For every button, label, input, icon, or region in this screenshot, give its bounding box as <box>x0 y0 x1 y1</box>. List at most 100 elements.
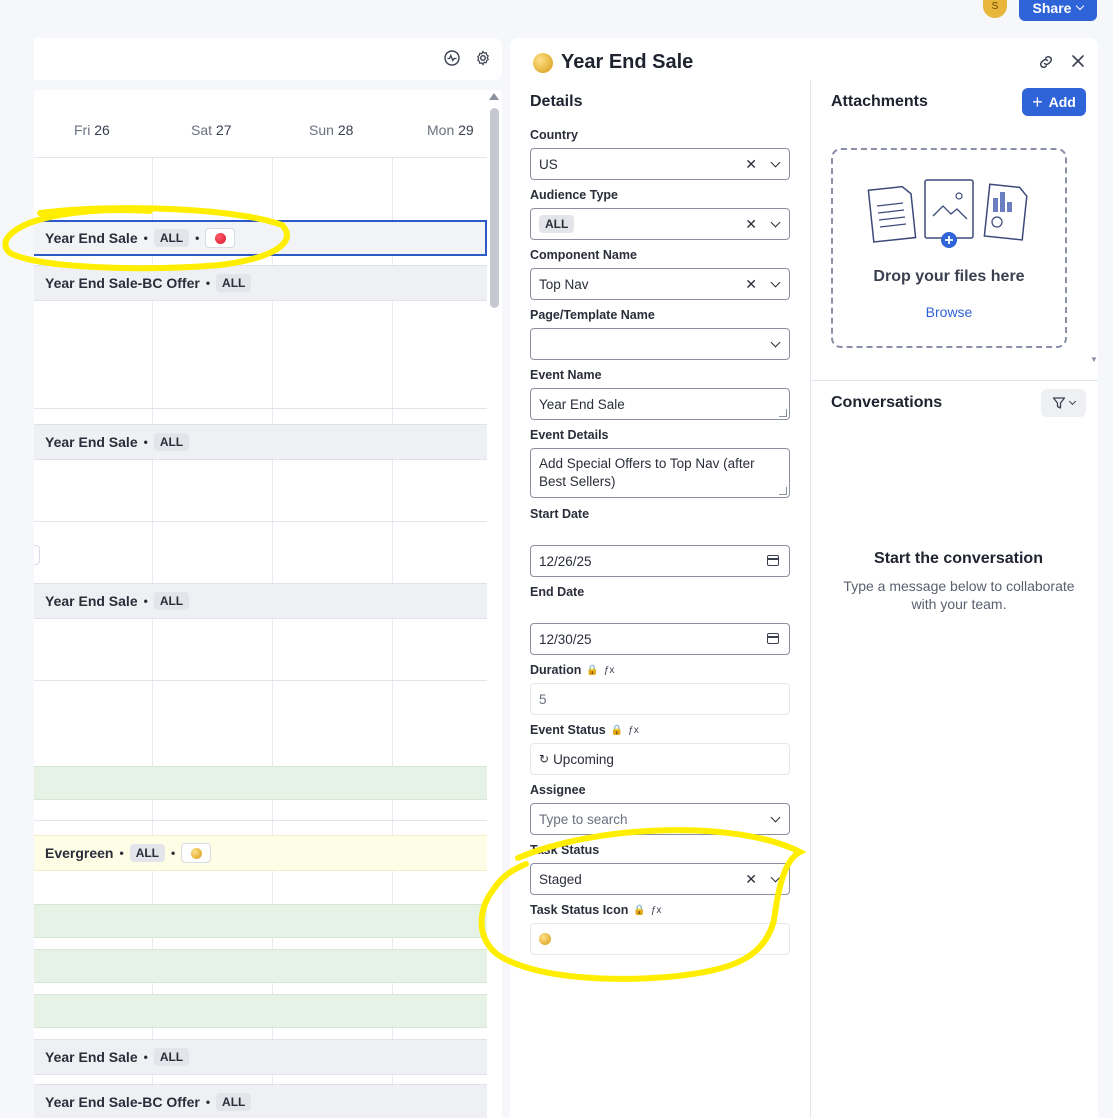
share-button[interactable]: Share <box>1019 0 1097 21</box>
resize-handle-icon[interactable] <box>779 487 787 495</box>
drop-files-text: Drop your files here <box>873 268 1025 285</box>
audience-pill: ALL <box>153 592 190 610</box>
details-heading: Details <box>530 93 583 110</box>
activity-icon[interactable] <box>443 50 461 68</box>
assignee-search-select[interactable]: Type to search <box>530 803 790 835</box>
event-name-input[interactable]: Year End Sale <box>530 388 790 420</box>
calendar-scroll-thumb[interactable] <box>490 108 499 308</box>
audience-pill: ALL <box>129 844 166 862</box>
calendar-event[interactable]: Year End Sale-BC Offer • ALL <box>34 265 487 301</box>
formula-icon: ƒx <box>650 904 662 916</box>
calendar-icon[interactable] <box>767 633 779 644</box>
start-date-label: Start Date <box>530 507 590 521</box>
conversation-filter-button[interactable] <box>1041 389 1086 417</box>
link-icon[interactable] <box>1038 54 1054 74</box>
browse-link[interactable]: Browse <box>831 304 1067 320</box>
event-status-label: Event Status 🔒 ƒx <box>530 723 639 737</box>
chevron-down-icon[interactable] <box>770 157 781 168</box>
resize-handle-icon[interactable] <box>779 409 787 417</box>
day-header-fri: Fri 26 <box>74 122 110 138</box>
scroll-up-arrow-icon[interactable] <box>489 93 499 100</box>
lock-icon: 🔒 <box>633 904 646 916</box>
row-divider <box>34 680 487 681</box>
country-select[interactable]: US ✕ <box>530 148 790 180</box>
panel-column-divider <box>810 80 811 1118</box>
page-template-select[interactable] <box>530 328 790 360</box>
clear-icon[interactable]: ✕ <box>745 216 757 233</box>
event-title: Year End Sale-BC Offer <box>45 1094 200 1110</box>
user-avatar[interactable]: S <box>983 0 1007 18</box>
duration-value: 5 <box>539 691 547 707</box>
chevron-down-icon[interactable] <box>770 872 781 883</box>
formula-icon: ƒx <box>603 664 615 676</box>
row-divider <box>34 408 487 409</box>
country-value: US <box>539 156 558 172</box>
conversations-heading: Conversations <box>831 394 943 411</box>
audience-type-select[interactable]: ALL ✕ <box>530 208 790 240</box>
calendar-event[interactable]: Year End Sale-BC Offer • ALL <box>34 1084 487 1118</box>
chevron-down-icon[interactable] <box>770 812 781 823</box>
red-dot-icon <box>214 232 226 244</box>
add-attachment-button[interactable]: + Add <box>1022 88 1086 116</box>
event-details-textarea[interactable]: Add Special Offers to Top Nav (after Bes… <box>530 448 790 498</box>
clear-icon[interactable]: ✕ <box>745 156 757 173</box>
component-name-select[interactable]: Top Nav ✕ <box>530 268 790 300</box>
clear-icon[interactable]: ✕ <box>745 871 757 888</box>
calendar-event[interactable]: Evergreen • ALL • <box>34 835 487 871</box>
separator: • <box>171 846 176 860</box>
start-date-value: 12/26/25 <box>539 553 592 569</box>
event-title: Year End Sale <box>45 1049 138 1065</box>
chevron-down-icon[interactable] <box>770 277 781 288</box>
chevron-down-icon[interactable] <box>770 337 781 348</box>
duration-field: 5 <box>530 683 790 715</box>
green-event-bar[interactable] <box>34 949 487 983</box>
assignee-placeholder: Type to search <box>539 811 628 827</box>
empty-conversation-subtitle: Type a message below to collaborate with… <box>843 578 1075 612</box>
separator: • <box>205 1095 211 1109</box>
separator: • <box>143 231 148 245</box>
event-title: Year End Sale-BC Offer <box>45 275 200 291</box>
green-event-bar[interactable] <box>34 766 487 800</box>
task-status-value: Staged <box>539 871 582 887</box>
calendar-icon[interactable] <box>767 555 779 566</box>
attachments-heading: Attachments <box>831 93 928 110</box>
end-date-input[interactable]: 12/30/25 <box>530 623 790 655</box>
task-status-badge <box>205 228 236 248</box>
event-title: Evergreen <box>45 845 114 861</box>
lock-icon: 🔒 <box>586 664 599 676</box>
empty-conversation-title: Start the conversation <box>874 550 1043 567</box>
calendar-event[interactable]: Year End Sale • ALL <box>34 1039 487 1075</box>
component-name-value: Top Nav <box>539 276 589 292</box>
task-status-select[interactable]: Staged ✕ <box>530 863 790 895</box>
gold-dot-icon <box>533 52 553 73</box>
day-header-mon: Mon 29 <box>427 122 474 138</box>
component-name-label: Component Name <box>530 248 637 262</box>
day-header-sat: Sat 27 <box>191 122 232 138</box>
scroll-down-arrow-icon[interactable]: ▼ <box>1090 355 1098 364</box>
partial-event-chip[interactable] <box>34 545 40 565</box>
end-date-label: End Date <box>530 585 585 599</box>
settings-gear-icon[interactable] <box>474 50 492 68</box>
task-status-label: Task Status <box>530 843 600 857</box>
audience-pill: ALL <box>153 229 190 247</box>
gold-dot-icon <box>539 933 551 945</box>
start-date-input[interactable]: 12/26/25 <box>530 545 790 577</box>
event-details-label: Event Details <box>530 428 609 442</box>
calendar-event[interactable]: Year End Sale • ALL • <box>34 220 487 256</box>
share-label: Share <box>1032 0 1072 16</box>
chevron-down-icon[interactable] <box>770 217 781 228</box>
calendar-event[interactable]: Year End Sale • ALL <box>34 583 487 619</box>
close-icon[interactable] <box>1071 54 1085 72</box>
section-divider <box>811 380 1098 381</box>
row-divider <box>34 521 487 522</box>
green-event-bar[interactable] <box>34 904 487 938</box>
calendar-grid[interactable]: Fri 26 Sat 27 Sun 28 Mon 29 Year End Sal… <box>34 90 487 1118</box>
green-event-bar[interactable] <box>34 994 487 1028</box>
clear-icon[interactable]: ✕ <box>745 276 757 293</box>
audience-type-label: Audience Type <box>530 188 618 202</box>
end-date-value: 12/30/25 <box>539 631 592 647</box>
formula-icon: ƒx <box>628 724 639 736</box>
calendar-event[interactable]: Year End Sale • ALL <box>34 424 487 460</box>
country-label: Country <box>530 128 578 142</box>
audience-pill: ALL <box>216 274 252 292</box>
